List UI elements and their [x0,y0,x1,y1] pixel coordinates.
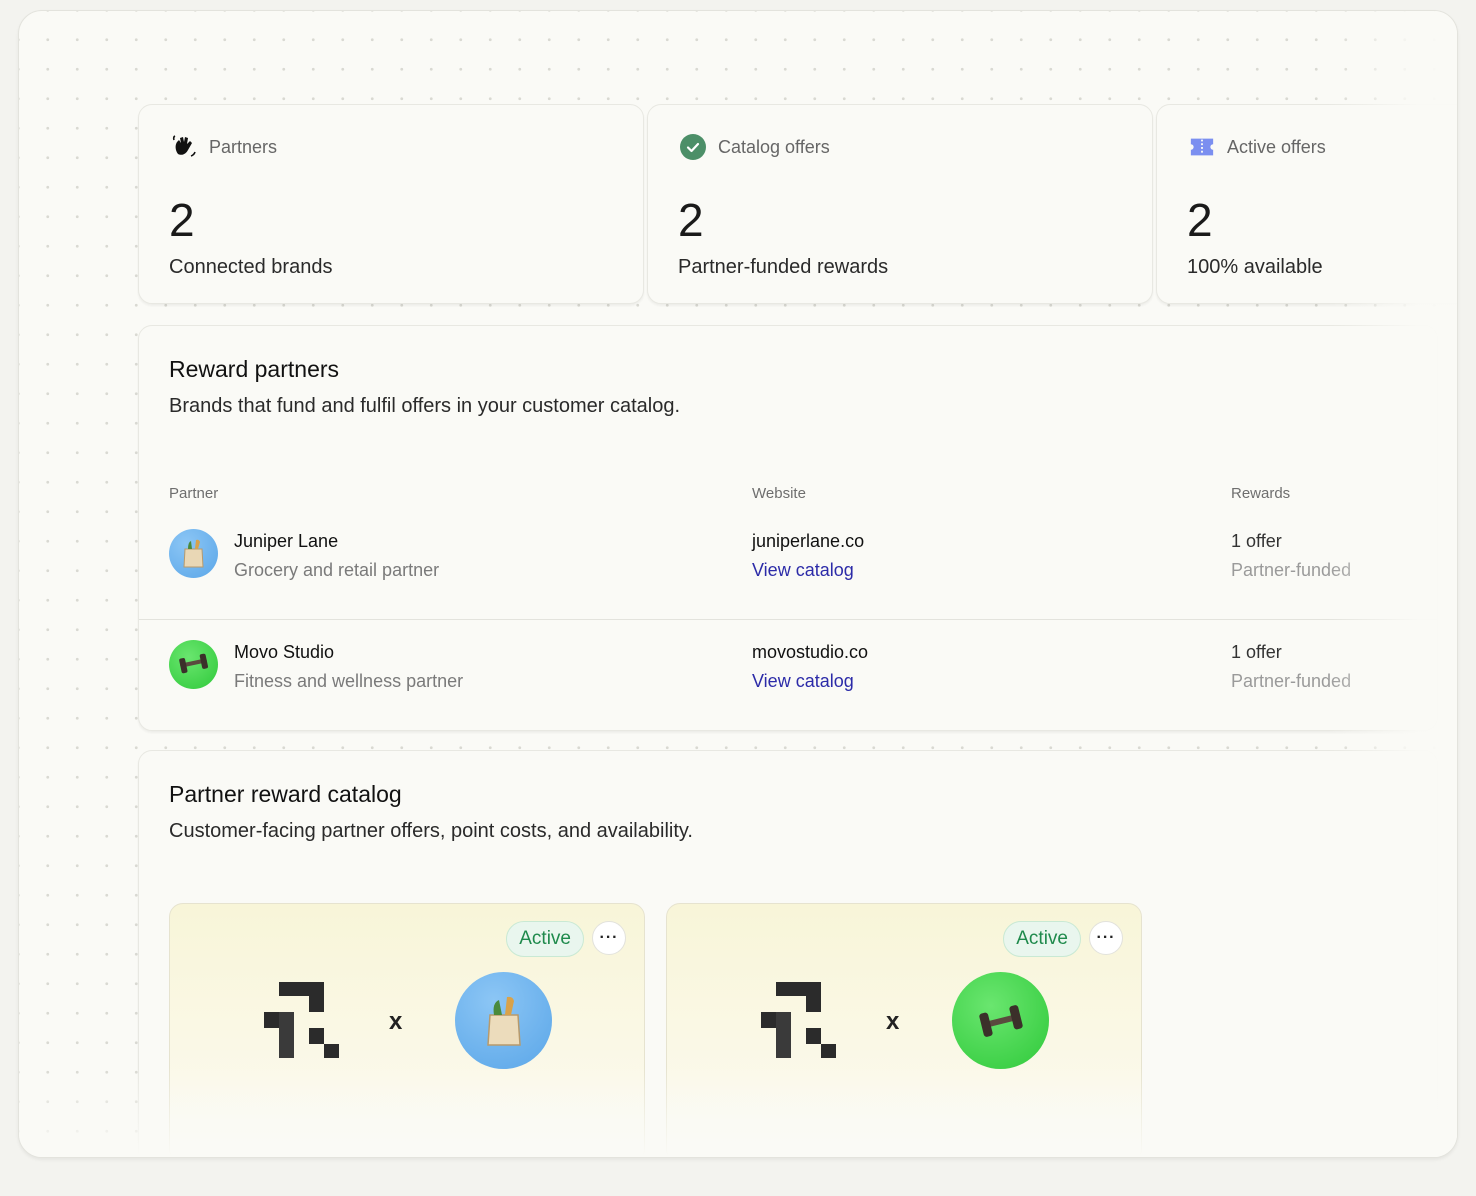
stat-card-catalog-offers: Catalog offers 2 Partner-funded rewards [647,104,1153,304]
stat-label: Active offers [1227,136,1326,157]
partner-website: movostudio.co [752,642,869,662]
partner-avatar [455,972,552,1069]
section-title: Reward partners [169,356,340,382]
reward-count: 1 offer [1231,531,1282,551]
partner-reward-catalog-card: Partner reward catalog Customer-facing p… [138,750,1438,1157]
status-badge: Active [506,921,584,957]
stat-label: Partners [209,136,278,157]
partner-name: Juniper Lane [234,531,339,551]
stat-value: 2 [678,194,704,246]
stat-value: 2 [169,194,195,246]
app-frame: Partners 2 Connected brands Catalog offe… [18,10,1458,1158]
avatar [169,640,218,689]
more-options-button[interactable]: ··· [1089,921,1123,955]
partner-description: Fitness and wellness partner [234,671,464,691]
stat-caption: 100% available [1187,256,1323,278]
partner-description: Grocery and retail partner [234,560,440,580]
brand-logo-icon [761,982,836,1058]
table-row[interactable]: Juniper Lane Grocery and retail partner … [139,509,1437,620]
column-header-partner: Partner [169,485,219,502]
view-catalog-link[interactable]: View catalog [752,671,854,692]
view-catalog-link[interactable]: View catalog [752,560,854,581]
grocery-bag-icon [486,996,521,1046]
partner-avatar [952,972,1049,1069]
dumbbell-icon [978,1004,1023,1037]
check-circle-icon [680,134,706,160]
section-title: Partner reward catalog [169,781,402,807]
stat-card-partners: Partners 2 Connected brands [138,104,644,304]
table-row[interactable]: Movo Studio Fitness and wellness partner… [139,620,1437,731]
stat-caption: Connected brands [169,256,333,278]
stat-caption: Partner-funded rewards [678,256,889,278]
more-options-button[interactable]: ··· [592,921,626,955]
grocery-bag-icon [183,539,204,568]
status-badge: Active [1003,921,1081,957]
waving-hand-icon [171,134,197,160]
column-header-rewards: Rewards [1231,485,1291,502]
stat-value: 2 [1187,194,1213,246]
section-subtitle: Customer-facing partner offers, point co… [169,820,693,842]
pairing-separator: x [886,1008,900,1035]
avatar [169,529,218,578]
reward-funding: Partner-funded [1231,560,1352,580]
ticket-icon [1189,134,1215,160]
pairing-separator: x [389,1008,403,1035]
stat-label: Catalog offers [718,136,830,157]
dumbbell-icon [179,653,208,674]
reward-count: 1 offer [1231,642,1282,662]
offer-card[interactable]: Active ··· x [666,903,1142,1157]
partner-name: Movo Studio [234,642,335,662]
stat-card-active-offers: Active offers 2 100% available [1156,104,1457,304]
reward-partners-card: Reward partners Brands that fund and ful… [138,325,1438,731]
brand-logo-icon [264,982,339,1058]
reward-funding: Partner-funded [1231,671,1352,691]
column-header-website: Website [752,485,806,502]
section-subtitle: Brands that fund and fulfil offers in yo… [169,395,681,417]
offer-card[interactable]: Active ··· x [169,903,645,1157]
partner-website: juniperlane.co [752,531,865,551]
